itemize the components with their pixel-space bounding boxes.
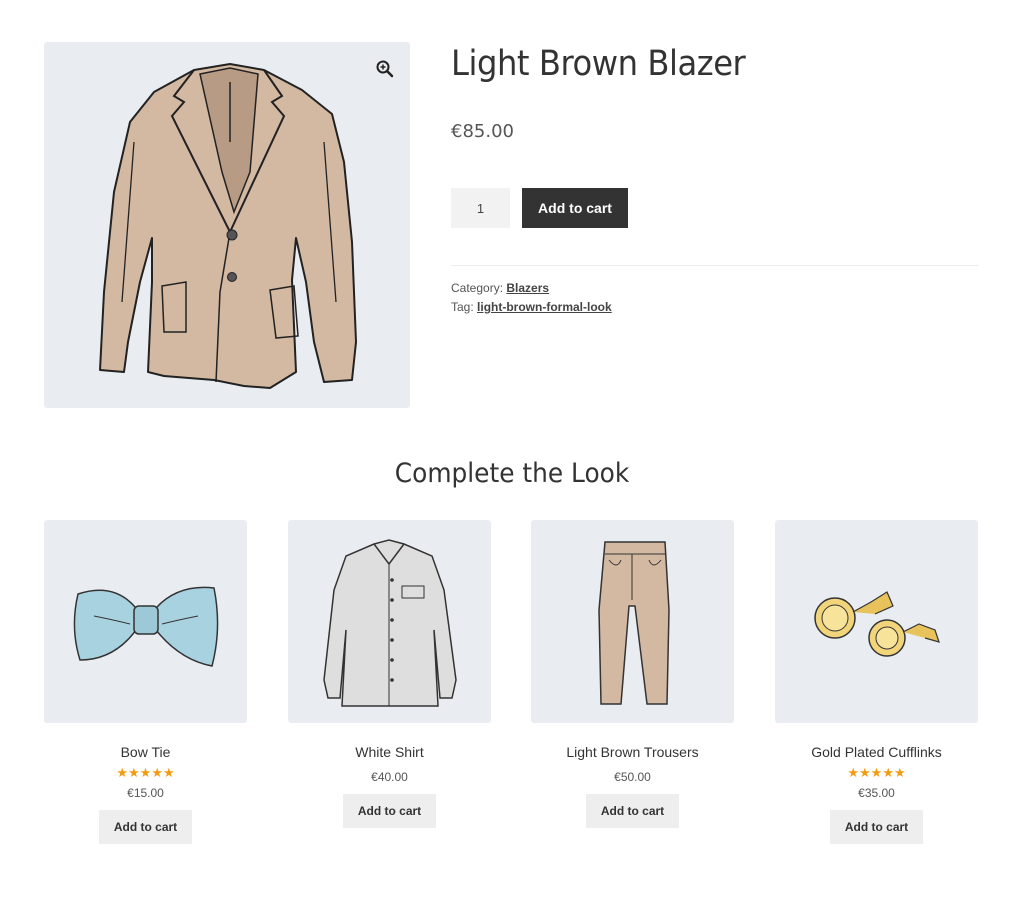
bow-tie-illustration <box>73 586 219 667</box>
product-name[interactable]: Gold Plated Cufflinks <box>775 744 978 760</box>
product-card-bow-tie: Bow Tie ★★★★★ €15.00 Add to cart <box>44 520 247 844</box>
product-card-gold-plated-cufflinks: Gold Plated Cufflinks ★★★★★ €35.00 Add t… <box>775 520 978 844</box>
shirt-illustration <box>323 539 457 707</box>
add-to-cart-button[interactable]: Add to cart <box>522 188 628 228</box>
product-price: €85.00 <box>451 121 514 142</box>
product-price: €50.00 <box>614 770 651 784</box>
product-price: €35.00 <box>858 786 895 800</box>
star-rating-icon: ★★★★★ <box>847 765 906 780</box>
star-rating-icon: ★★★★★ <box>116 765 175 780</box>
blazer-illustration <box>99 63 357 389</box>
product-name[interactable]: White Shirt <box>288 744 491 760</box>
add-to-cart-button[interactable]: Add to cart <box>830 810 923 844</box>
product-main-image[interactable] <box>44 42 410 408</box>
product-price: €15.00 <box>127 786 164 800</box>
tag-link[interactable]: light-brown-formal-look <box>477 300 612 314</box>
zoom-in-icon[interactable] <box>374 58 396 80</box>
quantity-input[interactable] <box>451 188 510 228</box>
category-link[interactable]: Blazers <box>506 281 549 295</box>
divider <box>451 265 979 266</box>
cufflinks-illustration <box>814 591 940 657</box>
trousers-illustration <box>598 541 670 705</box>
product-card-light-brown-trousers: Light Brown Trousers €50.00 Add to cart <box>531 520 734 828</box>
add-to-cart-button[interactable]: Add to cart <box>99 810 192 844</box>
product-category: Category: Blazers <box>451 281 549 295</box>
product-thumbnail[interactable] <box>531 520 734 723</box>
related-section-title: Complete the Look <box>394 458 630 489</box>
product-price: €40.00 <box>371 770 408 784</box>
product-tag: Tag: light-brown-formal-look <box>451 300 612 314</box>
add-to-cart-button[interactable]: Add to cart <box>343 794 436 828</box>
product-thumbnail[interactable] <box>44 520 247 723</box>
product-title: Light Brown Blazer <box>451 44 746 84</box>
product-name[interactable]: Bow Tie <box>44 744 247 760</box>
product-card-white-shirt: White Shirt €40.00 Add to cart <box>288 520 491 828</box>
tag-label: Tag: <box>451 300 474 314</box>
category-label: Category: <box>451 281 504 295</box>
add-to-cart-button[interactable]: Add to cart <box>586 794 679 828</box>
product-thumbnail[interactable] <box>775 520 978 723</box>
product-thumbnail[interactable] <box>288 520 491 723</box>
product-name[interactable]: Light Brown Trousers <box>531 744 734 760</box>
